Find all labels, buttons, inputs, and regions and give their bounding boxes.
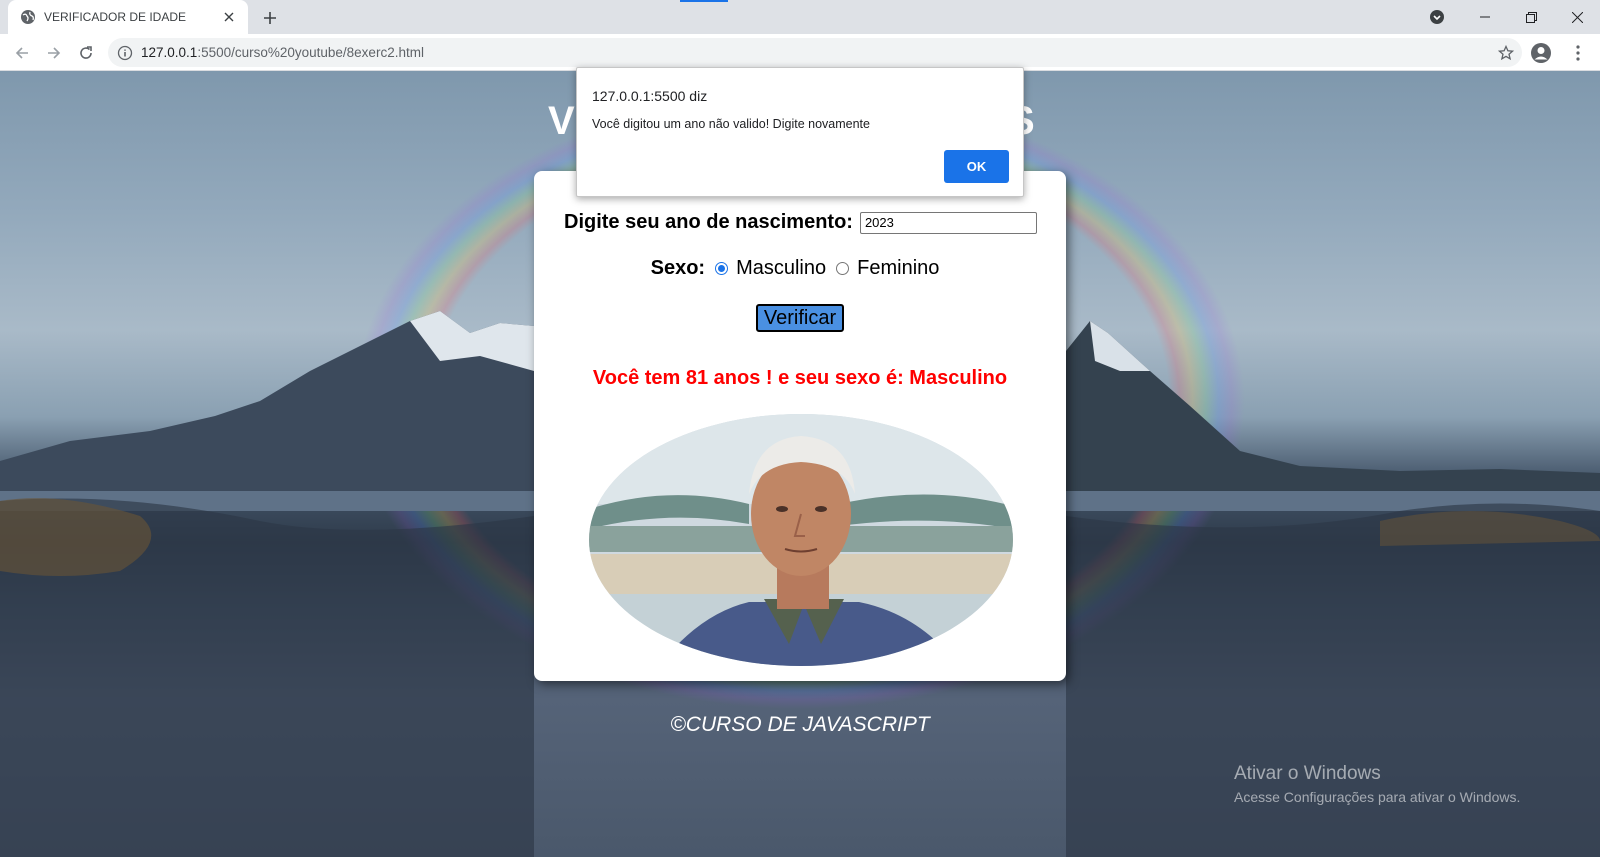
result-text: Você tem 81 anos ! e seu sexo é: Masculi… bbox=[592, 367, 1008, 389]
bookmark-star-icon[interactable] bbox=[1496, 43, 1516, 63]
sex-label: Sexo: bbox=[650, 257, 706, 279]
profile-avatar-icon[interactable] bbox=[1528, 40, 1554, 66]
year-label: Digite seu ano de nascimento: bbox=[564, 211, 853, 233]
address-bar[interactable]: 127.0.0.1:5500/curso%20youtube/8exerc2.h… bbox=[108, 38, 1522, 67]
window-controls bbox=[1420, 0, 1600, 34]
footer-text: ©CURSO DE JAVASCRIPT bbox=[670, 713, 930, 736]
browser-tab[interactable]: VERIFICADOR DE IDADE bbox=[8, 0, 248, 34]
minimize-icon[interactable] bbox=[1462, 2, 1508, 32]
verify-button[interactable]: Verificar bbox=[756, 304, 844, 332]
more-menu-icon[interactable] bbox=[1568, 40, 1588, 66]
page-heading-left: V bbox=[548, 99, 576, 143]
elderly-man-photo bbox=[589, 414, 1013, 666]
alert-dialog: 127.0.0.1:5500 diz Você digitou um ano n… bbox=[576, 67, 1024, 197]
url-text: 127.0.0.1:5500/curso%20youtube/8exerc2.h… bbox=[141, 45, 424, 60]
alert-message: Você digitou um ano não valido! Digite n… bbox=[592, 117, 870, 131]
tab-search-icon[interactable] bbox=[1420, 0, 1454, 34]
radio-feminino[interactable] bbox=[836, 262, 850, 275]
restore-icon[interactable] bbox=[1508, 2, 1554, 32]
globe-icon bbox=[20, 9, 36, 25]
reload-icon[interactable] bbox=[72, 39, 100, 67]
url-host: 127.0.0.1 bbox=[141, 45, 198, 60]
tab-title: VERIFICADOR DE IDADE bbox=[44, 10, 187, 24]
info-icon[interactable] bbox=[117, 45, 133, 61]
year-row: Digite seu ano de nascimento: bbox=[564, 211, 1037, 234]
browser-toolbar: 127.0.0.1:5500/curso%20youtube/8exerc2.h… bbox=[0, 34, 1600, 71]
option-masculino-label[interactable]: Masculino bbox=[736, 257, 826, 280]
windows-activation-watermark: Ativar o Windows Acesse Configurações pa… bbox=[1234, 763, 1520, 805]
radio-masculino[interactable] bbox=[715, 262, 729, 275]
activation-subtitle: Acesse Configurações para ativar o Windo… bbox=[1234, 789, 1521, 805]
form-card: Digite seu ano de nascimento: Sexo: Masc… bbox=[534, 171, 1066, 681]
year-input[interactable] bbox=[859, 211, 1037, 234]
alert-origin: 127.0.0.1:5500 diz bbox=[592, 88, 708, 104]
new-tab-icon[interactable] bbox=[258, 6, 282, 30]
close-tab-icon[interactable] bbox=[220, 8, 238, 26]
forward-icon[interactable] bbox=[40, 39, 68, 67]
activation-title: Ativar o Windows bbox=[1234, 763, 1381, 784]
back-icon[interactable] bbox=[8, 39, 36, 67]
option-feminino-label[interactable]: Feminino bbox=[857, 257, 939, 280]
close-window-icon[interactable] bbox=[1554, 2, 1600, 32]
url-path: :5500/curso%20youtube/8exerc2.html bbox=[197, 45, 424, 60]
tab-indicator bbox=[680, 0, 728, 2]
sex-row: Sexo: Masculino Feminino bbox=[534, 257, 1066, 280]
alert-ok-button[interactable]: OK bbox=[944, 150, 1009, 183]
tab-strip: VERIFICADOR DE IDADE bbox=[0, 0, 1600, 34]
